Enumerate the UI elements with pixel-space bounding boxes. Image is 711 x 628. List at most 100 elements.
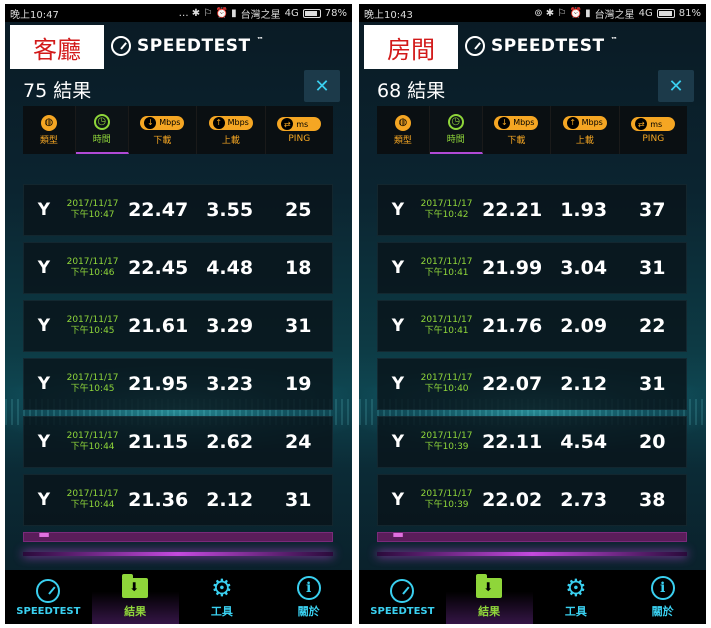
status-time: 晚上10:47: [10, 9, 59, 21]
result-download: 21.76: [482, 315, 543, 337]
upload-unit: Mbps: [581, 118, 603, 127]
result-ping: 24: [284, 431, 312, 453]
battery-icon: [656, 8, 675, 18]
nav-about[interactable]: i 關於: [619, 570, 706, 624]
result-date: 2017/11/17: [420, 315, 473, 325]
result-download: 21.15: [128, 431, 189, 453]
status-bar: 晚上10:47 … ✱ ⚐ ⏰ ▮ 台灣之星 4G 78%: [5, 4, 352, 22]
result-row[interactable]: Y 2017/11/17 下午10:44 21.15 2.62 24: [23, 416, 333, 468]
gear-icon: ⚙: [565, 574, 587, 602]
result-time: 下午10:41: [424, 268, 469, 278]
result-ping: 19: [284, 373, 312, 395]
sort-time-label: 時間: [446, 134, 465, 145]
result-upload: 3.23: [206, 373, 254, 395]
cellular-signal-icon: Y: [391, 432, 405, 452]
result-download: 22.45: [128, 257, 189, 279]
result-row[interactable]: Y 2017/11/17 下午10:39 22.11 4.54 20: [377, 416, 687, 468]
results-count: 68 結果: [377, 80, 446, 102]
ping-icon: ⇄ ms: [277, 117, 322, 131]
result-download: 21.61: [128, 315, 189, 337]
nav-speedtest[interactable]: SPEEDTEST: [359, 570, 446, 624]
results-list: Y 2017/11/17 下午10:47 22.47 3.55 25 Y 2017…: [23, 184, 333, 548]
sort-type-label: 類型: [39, 135, 58, 146]
cellular-signal-icon: Y: [391, 374, 405, 394]
result-row[interactable]: Y 2017/11/17 下午10:44 21.36 2.12 31: [23, 474, 333, 526]
result-date: 2017/11/17: [66, 315, 119, 325]
result-download: 22.11: [482, 431, 543, 453]
speedtest-gauge-icon: [111, 36, 131, 56]
status-battery: 81%: [678, 7, 701, 19]
sort-download[interactable]: ↓ Mbps 下載: [483, 106, 552, 154]
result-time: 下午10:39: [424, 500, 469, 510]
result-upload: 2.12: [206, 489, 254, 511]
result-ping: 20: [638, 431, 666, 453]
nav-about[interactable]: i 關於: [265, 570, 352, 624]
nav-speedtest[interactable]: SPEEDTEST: [5, 570, 92, 624]
result-ping: 25: [284, 199, 312, 221]
tools-button[interactable]: ✕: [658, 70, 694, 102]
result-upload: 3.29: [206, 315, 254, 337]
results-count: 75 結果: [23, 80, 92, 102]
status-carrier: 台灣之星: [594, 9, 635, 21]
cellular-signal-icon: Y: [391, 200, 405, 220]
sort-upload[interactable]: ↑ Mbps 上載: [197, 106, 266, 154]
scroll-edge-glow: [377, 552, 687, 556]
brand-trademark: ™: [610, 36, 619, 44]
result-date: 2017/11/17: [420, 257, 473, 267]
status-time: 晚上10:43: [364, 9, 413, 21]
status-bar: 晚上10:43 ⊚ ✱ ⚐ ⏰ ▮ 台灣之星 4G 81%: [359, 4, 706, 22]
result-date: 2017/11/17: [66, 199, 119, 209]
result-row[interactable]: Y 2017/11/17 下午10:41 21.76 2.09 22: [377, 300, 687, 352]
nav-tools[interactable]: ⚙ 工具: [533, 570, 620, 624]
sort-time[interactable]: ◷ 時間: [429, 106, 483, 154]
sort-ping[interactable]: ⇄ ms PING: [620, 106, 687, 154]
result-row-partial[interactable]: ▀: [23, 532, 333, 542]
results-list: Y 2017/11/17 下午10:42 22.21 1.93 37 Y 2017…: [377, 184, 687, 548]
cellular-signal-icon: Y: [391, 490, 405, 510]
status-battery: 78%: [324, 7, 347, 19]
bottom-nav: SPEEDTEST 結果 ⚙ 工具 i 關於: [5, 570, 352, 624]
sort-upload[interactable]: ↑ Mbps 上載: [551, 106, 620, 154]
ping-icon: ⇄ ms: [631, 117, 676, 131]
sort-type[interactable]: ◍ 類型: [377, 106, 430, 154]
result-upload: 4.48: [206, 257, 254, 279]
globe-icon: ◍: [40, 114, 57, 131]
phone-left: 晚上10:47 … ✱ ⚐ ⏰ ▮ 台灣之星 4G 78% 客廳 SPEEDTE…: [5, 4, 352, 624]
result-ping: 31: [638, 257, 666, 279]
result-time: 下午10:40: [424, 384, 469, 394]
status-network: 4G: [638, 7, 653, 19]
download-unit: Mbps: [159, 118, 181, 127]
nav-results[interactable]: 結果: [445, 570, 533, 624]
result-ping: 38: [638, 489, 666, 511]
sort-type[interactable]: ◍ 類型: [23, 106, 76, 154]
phone-right: 晚上10:43 ⊚ ✱ ⚐ ⏰ ▮ 台灣之星 4G 81% 房間 SPEEDTE…: [359, 4, 706, 624]
result-row[interactable]: Y 2017/11/17 下午10:41 21.99 3.04 31: [377, 242, 687, 294]
result-row[interactable]: Y 2017/11/17 下午10:40 22.07 2.12 31: [377, 358, 687, 410]
result-date: 2017/11/17: [420, 373, 473, 383]
result-time: 下午10:42: [424, 210, 469, 220]
sort-time[interactable]: ◷ 時間: [75, 106, 129, 154]
sort-download[interactable]: ↓ Mbps 下載: [129, 106, 198, 154]
result-ping: 18: [284, 257, 312, 279]
result-row[interactable]: Y 2017/11/17 下午10:42 22.21 1.93 37: [377, 184, 687, 236]
result-row[interactable]: Y 2017/11/17 下午10:45 21.95 3.23 19: [23, 358, 333, 410]
result-upload: 2.62: [206, 431, 254, 453]
result-row-partial[interactable]: ▀: [377, 532, 687, 542]
sort-upload-label: 上載: [221, 135, 240, 146]
result-date: 2017/11/17: [420, 489, 473, 499]
results-folder-icon: [122, 574, 149, 598]
result-row[interactable]: Y 2017/11/17 下午10:39 22.02 2.73 38: [377, 474, 687, 526]
result-time: 下午10:45: [70, 384, 115, 394]
result-time: 下午10:44: [70, 500, 115, 510]
nav-results[interactable]: 結果: [91, 570, 179, 624]
result-row[interactable]: Y 2017/11/17 下午10:47 22.47 3.55 25: [23, 184, 333, 236]
nav-tools[interactable]: ⚙ 工具: [179, 570, 266, 624]
cellular-signal-icon: Y: [37, 200, 51, 220]
tools-button[interactable]: ✕: [304, 70, 340, 102]
sort-ping[interactable]: ⇄ ms PING: [266, 106, 333, 154]
upload-icon: ↑ Mbps: [208, 115, 253, 130]
result-download: 21.36: [128, 489, 189, 511]
result-row[interactable]: Y 2017/11/17 下午10:46 22.45 4.48 18: [23, 242, 333, 294]
result-row[interactable]: Y 2017/11/17 下午10:45 21.61 3.29 31: [23, 300, 333, 352]
result-ping: 37: [638, 199, 666, 221]
